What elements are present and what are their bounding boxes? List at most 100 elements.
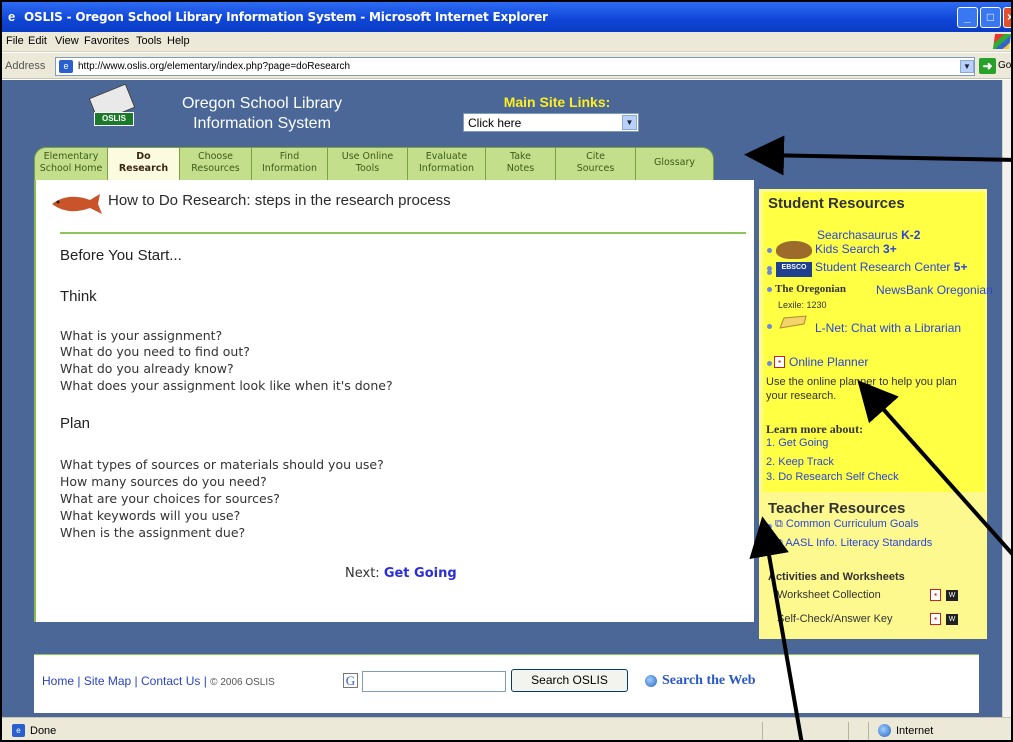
word-icon[interactable]: W [946,590,958,601]
tab-label: Information [262,163,317,174]
zone-text: Internet [896,725,934,737]
search-web-link[interactable]: Search the Web [662,673,756,689]
online-planner-link[interactable]: Online Planner [789,355,868,369]
menu-help[interactable]: Help [167,35,190,47]
oslis-logo[interactable]: OSLIS [88,83,138,128]
address-field[interactable]: e http://www.oslis.org/elementary/index.… [55,57,975,76]
menu-favorites[interactable]: Favorites [84,35,129,47]
learn-keep-track-link[interactable]: 2. Keep Track [766,456,834,468]
search-oslis-button[interactable]: Search OSLIS [511,669,628,692]
tab-label: Glossary [653,157,696,168]
pdf-icon: ▪ [774,356,785,368]
pencil-icon [779,315,807,329]
main-links-label: Main Site Links: [503,94,611,110]
tab-label: Information [419,163,474,174]
bullet-icon [767,248,772,253]
menu-bar: File Edit View Favorites Tools Help [2,32,1011,52]
ie-icon: e [8,9,16,24]
learn-more-label: Learn more about: [766,422,864,436]
vertical-scrollbar[interactable] [1002,80,1011,717]
tab-use-online-tools[interactable]: Use Online Tools [328,147,408,180]
address-bar: Address e http://www.oslis.org/elementar… [2,53,1011,79]
tab-label: Notes [506,163,535,174]
menu-edit[interactable]: Edit [28,35,47,47]
site-title-line1: Oregon School Library [181,95,343,112]
common-curriculum-goals-link[interactable]: ⧉ Common Curriculum Goals [775,518,919,531]
tab-label: Choose [197,151,234,162]
think-question: What is your assignment? [60,328,223,343]
tab-cite-sources[interactable]: Cite Sources [556,147,636,180]
footer-divider [34,654,979,655]
next-get-going-link[interactable]: Get Going [384,566,457,581]
pdf-icon[interactable]: ▪ [930,589,941,601]
address-dropdown-icon[interactable]: ▼ [960,60,974,73]
nav-tabs: Elementary School Home Do Research Choos… [34,147,759,180]
url-text[interactable]: http://www.oslis.org/elementary/index.ph… [78,61,350,72]
footer-links: Home | Site Map | Contact Us | © 2006 OS… [42,674,275,688]
bullet-icon [767,524,772,529]
next-label: Next: [345,566,380,581]
tab-glossary[interactable]: Glossary [636,147,714,180]
menu-tools[interactable]: Tools [136,35,162,47]
salmon-icon [52,194,102,214]
footer-sitemap-link[interactable]: Site Map [84,674,131,688]
think-question: What do you need to find out? [60,344,250,359]
tab-choose-resources[interactable]: Choose Resources [180,147,252,180]
heading-divider [60,232,746,234]
student-research-center-link[interactable]: Student Research Center 5+ [815,260,967,274]
plan-question: What keywords will you use? [60,508,241,523]
ebsco-logo-icon: EBSCO [776,262,812,274]
learn-self-check-link[interactable]: 3. Do Research Self Check [766,471,899,483]
status-separator [848,722,849,740]
bullet-icon [767,324,772,329]
think-question: What does your assignment look like when… [60,378,393,393]
tab-elementary-school-home[interactable]: Elementary School Home [34,147,108,180]
aasl-label: AASL Info. Literacy Standards [785,537,933,549]
tab-label: Elementary [43,151,99,162]
tab-take-notes[interactable]: Take Notes [486,147,556,180]
aasl-standards-link[interactable]: ⧉ AASL Info. Literacy Standards [775,537,932,550]
window-title: OSLIS - Oregon School Library Informatio… [24,10,548,24]
lnet-chat-link[interactable]: L-Net: Chat with a Librarian [815,321,961,335]
next-nav: Next: Get Going [345,566,457,581]
menu-file[interactable]: File [6,35,24,47]
plan-question: What types of sources or materials shoul… [60,457,384,472]
word-icon[interactable]: W [946,614,958,625]
footer-home-link[interactable]: Home [42,674,74,688]
kids-search-link[interactable]: Kids Search 3+ [815,242,897,256]
bullet-icon [767,542,772,547]
main-links-select[interactable]: Click here ▼ [463,113,639,132]
worksheet-collection-link[interactable]: Worksheet Collection [777,589,881,601]
pdf-icon[interactable]: ▪ [930,613,941,625]
chevron-down-icon[interactable]: ▼ [622,115,637,130]
self-check-answer-key-link[interactable]: Self-Check/Answer Key [777,613,893,625]
minimize-button[interactable]: _ [957,7,978,28]
plan-question: What are your choices for sources? [60,491,280,506]
google-icon: G [343,673,358,688]
tab-evaluate-information[interactable]: Evaluate Information [408,147,486,180]
searchasaurus-link[interactable]: Searchasaurus K-2 [817,228,920,242]
learn-get-going-link[interactable]: 1. Get Going [766,437,828,449]
go-label[interactable]: Go [998,60,1011,71]
footer-contact-link[interactable]: Contact Us [141,674,200,688]
tab-label: Cite [586,151,605,162]
status-text: Done [30,725,57,737]
close-button[interactable]: × [1003,7,1011,28]
menu-view[interactable]: View [55,35,79,47]
section-think: Think [60,288,97,305]
tab-do-research[interactable]: Do Research [108,147,180,180]
section-before-you-start: Before You Start... [60,247,182,264]
footer-separator: | [203,674,207,688]
new-window-icon: ⧉ [775,537,786,549]
go-arrow-icon[interactable]: ➜ [979,58,996,74]
site-title: Oregon School Library Information System [152,94,372,134]
maximize-button[interactable]: □ [980,7,1001,28]
bullet-icon [767,266,772,271]
site-search-input[interactable] [362,671,506,692]
tab-find-information[interactable]: Find Information [252,147,328,180]
footer-separator: | [77,674,81,688]
tab-label: Do [136,151,151,162]
newsbank-oregonian-link[interactable]: NewsBank Oregonian [876,283,993,297]
searchasaurus-dino-icon [776,241,812,259]
tab-label: Sources [576,163,615,174]
